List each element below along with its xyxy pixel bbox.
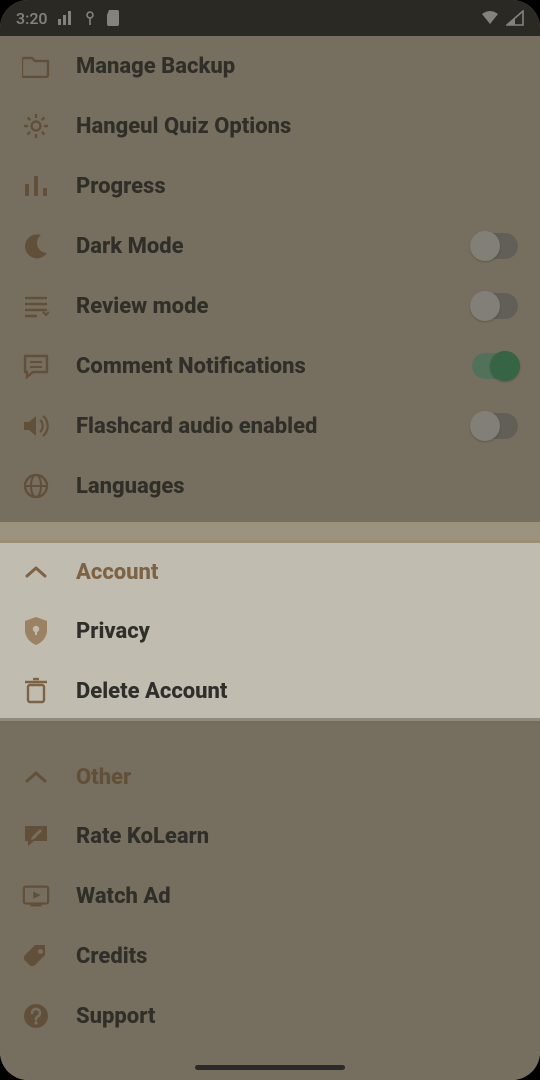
row-label: Watch Ad bbox=[76, 884, 518, 909]
status-right bbox=[480, 10, 524, 26]
row-label: Flashcard audio enabled bbox=[76, 414, 446, 439]
toggle-review-mode[interactable] bbox=[472, 293, 518, 319]
row-credits[interactable]: Credits bbox=[0, 926, 540, 986]
signal-bars-icon bbox=[58, 11, 74, 25]
row-label: Rate KoLearn bbox=[76, 824, 518, 849]
nav-pill bbox=[195, 1065, 345, 1070]
row-label: Support bbox=[76, 1004, 518, 1029]
row-label: Comment Notifications bbox=[76, 354, 446, 379]
row-comment-notifications: Comment Notifications bbox=[0, 336, 540, 396]
shield-icon bbox=[22, 617, 50, 645]
toggle-dark-mode[interactable] bbox=[472, 233, 518, 259]
sd-card-icon bbox=[106, 10, 120, 26]
section-header-label: Other bbox=[76, 765, 518, 790]
row-label: Hangeul Quiz Options bbox=[76, 114, 518, 139]
folder-icon bbox=[22, 52, 50, 80]
rate-icon bbox=[22, 822, 50, 850]
section-general: Manage Backup Hangeul Quiz Options Progr… bbox=[0, 36, 540, 516]
row-languages[interactable]: Languages bbox=[0, 456, 540, 516]
row-review-mode: Review mode bbox=[0, 276, 540, 336]
chevron-up-icon bbox=[22, 763, 50, 791]
row-label: Dark Mode bbox=[76, 234, 446, 259]
section-header-other[interactable]: Other bbox=[0, 748, 540, 806]
row-label: Manage Backup bbox=[76, 54, 518, 79]
section-header-label: Account bbox=[76, 560, 518, 585]
row-label: Languages bbox=[76, 474, 518, 499]
cell-signal-icon bbox=[506, 10, 524, 26]
gear-icon bbox=[22, 112, 50, 140]
section-gap bbox=[0, 724, 540, 748]
video-icon bbox=[22, 882, 50, 910]
row-label: Review mode bbox=[76, 294, 446, 319]
list-icon bbox=[22, 292, 50, 320]
section-other: Other Rate KoLearn Watch Ad Credits bbox=[0, 748, 540, 1046]
globe-icon bbox=[22, 472, 50, 500]
row-watch-ad[interactable]: Watch Ad bbox=[0, 866, 540, 926]
row-label: Credits bbox=[76, 944, 518, 969]
trash-icon bbox=[22, 677, 50, 705]
comment-icon bbox=[22, 352, 50, 380]
volume-icon bbox=[22, 412, 50, 440]
tag-icon bbox=[22, 942, 50, 970]
row-support[interactable]: Support bbox=[0, 986, 540, 1046]
row-label: Delete Account bbox=[76, 679, 518, 704]
row-delete-account[interactable]: Delete Account bbox=[0, 661, 540, 721]
row-dark-mode: Dark Mode bbox=[0, 216, 540, 276]
row-manage-backup[interactable]: Manage Backup bbox=[0, 36, 540, 96]
help-icon bbox=[22, 1002, 50, 1030]
wifi-icon bbox=[480, 10, 500, 26]
row-flashcard-audio: Flashcard audio enabled bbox=[0, 396, 540, 456]
bar-chart-icon bbox=[22, 172, 50, 200]
row-progress[interactable]: Progress bbox=[0, 156, 540, 216]
row-rate[interactable]: Rate KoLearn bbox=[0, 806, 540, 866]
status-bar: 3:20 bbox=[0, 0, 540, 36]
section-gap bbox=[0, 516, 540, 540]
status-left: 3:20 bbox=[16, 9, 120, 28]
section-header-account[interactable]: Account bbox=[0, 543, 540, 601]
settings-list: Manage Backup Hangeul Quiz Options Progr… bbox=[0, 36, 540, 1046]
status-time: 3:20 bbox=[16, 9, 48, 28]
row-privacy[interactable]: Privacy bbox=[0, 601, 540, 661]
moon-icon bbox=[22, 232, 50, 260]
section-account: Account Privacy Delete Account bbox=[0, 540, 540, 724]
row-label: Progress bbox=[76, 174, 518, 199]
screen: 3:20 Mana bbox=[0, 0, 540, 1080]
chevron-up-icon bbox=[22, 558, 50, 586]
toggle-comment-notifications[interactable] bbox=[472, 353, 518, 379]
location-icon bbox=[84, 10, 96, 26]
row-hangeul-quiz[interactable]: Hangeul Quiz Options bbox=[0, 96, 540, 156]
row-label: Privacy bbox=[76, 619, 518, 644]
toggle-flashcard-audio[interactable] bbox=[472, 413, 518, 439]
